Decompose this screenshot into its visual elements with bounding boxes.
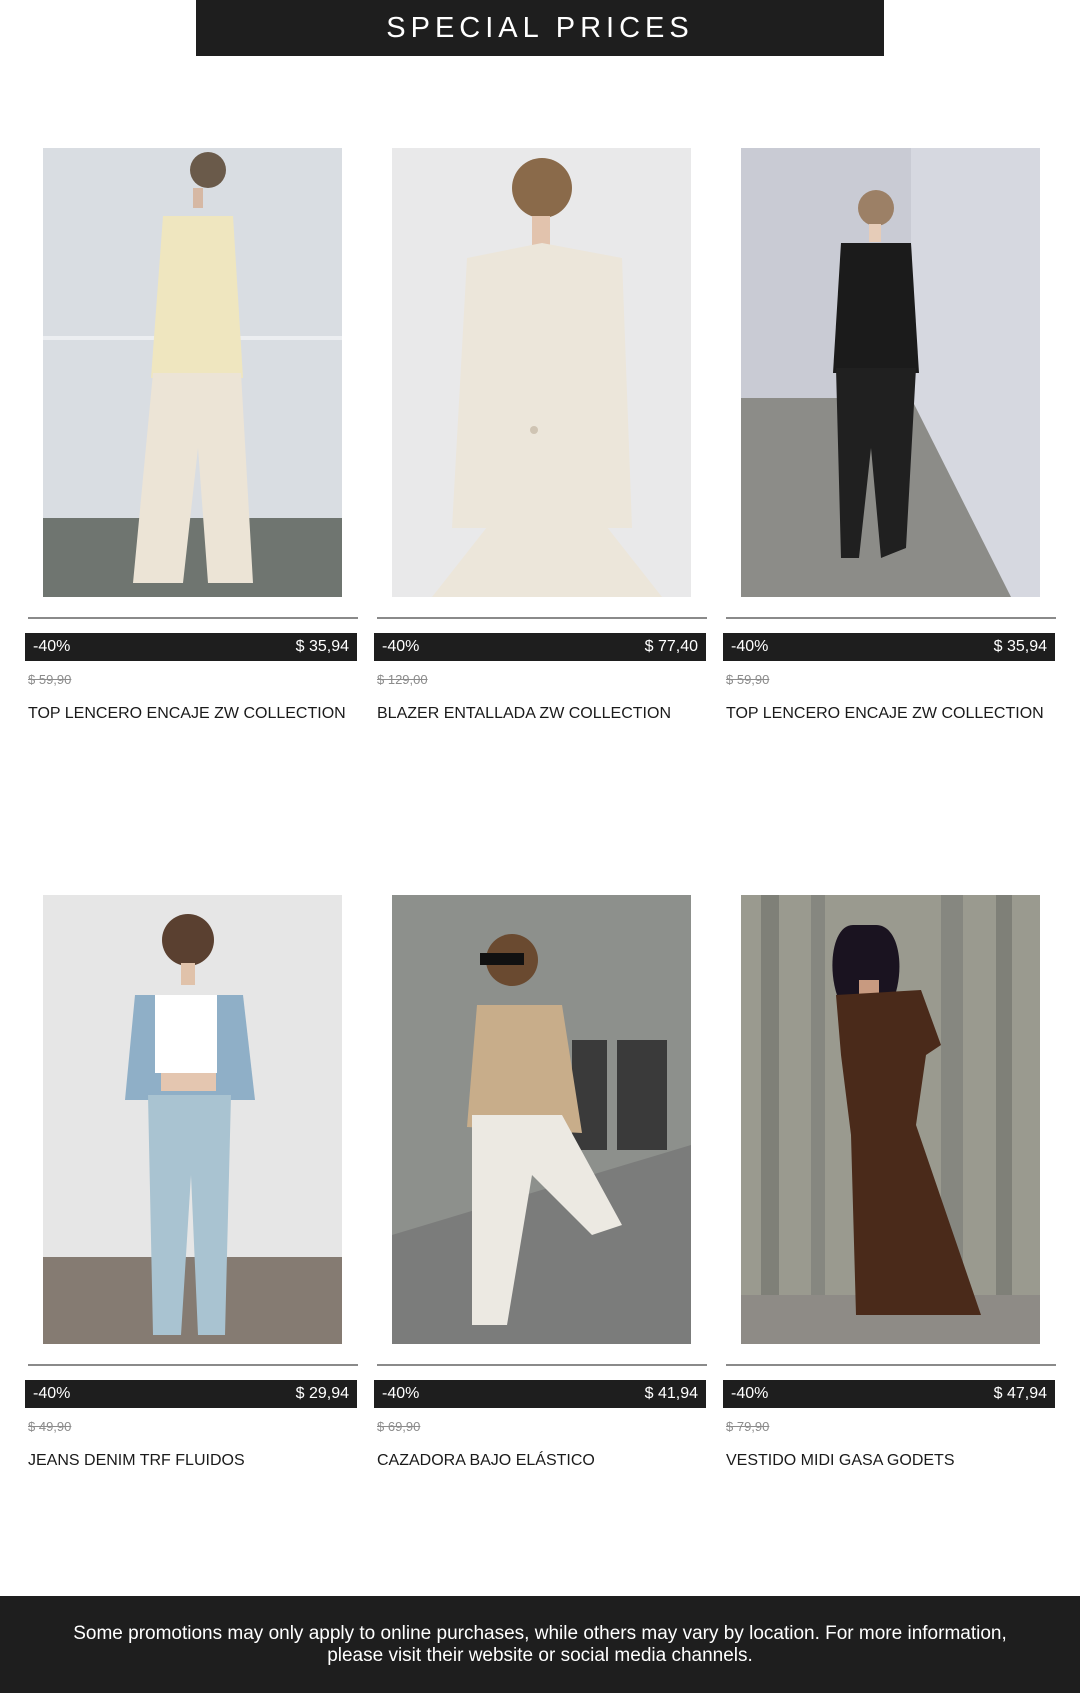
price-bar: -40% $ 41,94 (374, 1380, 706, 1408)
disclaimer-text: Some promotions may only apply to online… (73, 1622, 1007, 1666)
product-photo[interactable] (741, 895, 1040, 1344)
product-photo[interactable] (392, 895, 691, 1344)
price-bar: -40% $ 47,94 (723, 1380, 1055, 1408)
product-name[interactable]: VESTIDO MIDI GASA GODETS (726, 1452, 954, 1470)
original-price: $ 59,90 (28, 672, 72, 687)
disclaimer-footer: Some promotions may only apply to online… (0, 1596, 1080, 1693)
original-price: $ 59,90 (726, 672, 770, 687)
special-prices-banner: SPECIAL PRICES (196, 0, 884, 56)
divider (726, 617, 1056, 619)
model-photo-illustration (741, 148, 1040, 597)
sale-price: $ 29,94 (295, 1385, 349, 1402)
model-photo-illustration (43, 148, 342, 597)
divider (726, 1364, 1056, 1366)
product-photo[interactable] (43, 895, 342, 1344)
page-title: SPECIAL PRICES (386, 11, 694, 44)
sale-price: $ 35,94 (295, 638, 349, 655)
original-price: $ 69,90 (377, 1419, 421, 1434)
model-photo-illustration (741, 895, 1040, 1344)
discount-badge: -40% (731, 1385, 769, 1402)
discount-badge: -40% (731, 638, 769, 655)
divider (28, 617, 358, 619)
sale-price: $ 35,94 (993, 638, 1047, 655)
product-name[interactable]: TOP LENCERO ENCAJE ZW COLLECTION (726, 705, 1044, 723)
model-photo-illustration (392, 895, 691, 1344)
original-price: $ 79,90 (726, 1419, 770, 1434)
original-price: $ 49,90 (28, 1419, 72, 1434)
original-price: $ 129,00 (377, 672, 428, 687)
model-photo-illustration (392, 148, 691, 597)
price-bar: -40% $ 77,40 (374, 633, 706, 661)
product-name[interactable]: JEANS DENIM TRF FLUIDOS (28, 1452, 245, 1470)
product-photo[interactable] (43, 148, 342, 597)
product-name[interactable]: CAZADORA BAJO ELÁSTICO (377, 1452, 595, 1470)
price-bar: -40% $ 35,94 (25, 633, 357, 661)
product-photo[interactable] (741, 148, 1040, 597)
discount-badge: -40% (382, 1385, 420, 1402)
product-name[interactable]: TOP LENCERO ENCAJE ZW COLLECTION (28, 705, 346, 723)
discount-badge: -40% (33, 1385, 71, 1402)
divider (28, 1364, 358, 1366)
product-name[interactable]: BLAZER ENTALLADA ZW COLLECTION (377, 705, 671, 723)
price-bar: -40% $ 35,94 (723, 633, 1055, 661)
model-photo-illustration (43, 895, 342, 1344)
product-photo[interactable] (392, 148, 691, 597)
discount-badge: -40% (33, 638, 71, 655)
divider (377, 617, 707, 619)
sale-price: $ 41,94 (644, 1385, 698, 1402)
price-bar: -40% $ 29,94 (25, 1380, 357, 1408)
discount-badge: -40% (382, 638, 420, 655)
sale-price: $ 47,94 (993, 1385, 1047, 1402)
divider (377, 1364, 707, 1366)
sale-price: $ 77,40 (644, 638, 698, 655)
